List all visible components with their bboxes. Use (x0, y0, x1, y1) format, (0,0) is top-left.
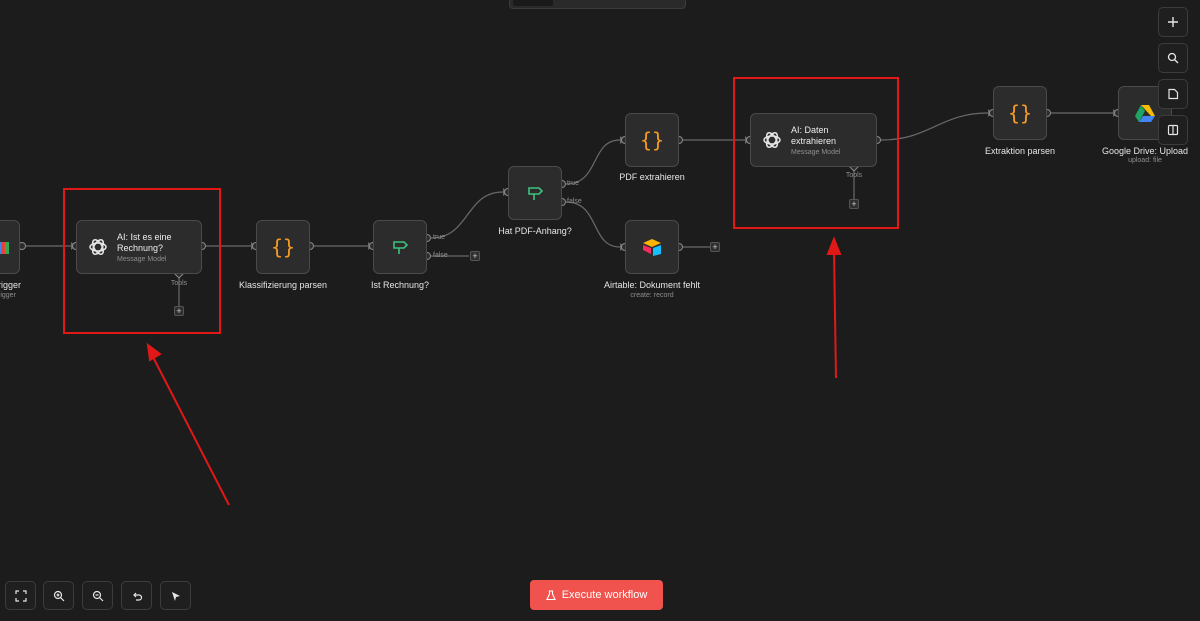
google-drive-icon (1135, 105, 1155, 122)
node-ai-extract-subtitle: Message Model (791, 148, 841, 156)
node-extract-pdf-label: PDF extrahieren (619, 172, 685, 182)
search-icon (1167, 52, 1179, 64)
zoom-in-icon (53, 590, 64, 601)
zoom-out-button[interactable] (82, 581, 113, 610)
toggle-panel-button[interactable] (1158, 115, 1188, 145)
code-braces-icon: {} (270, 235, 296, 259)
code-braces-icon: {} (639, 128, 665, 152)
signpost-icon (393, 241, 409, 254)
add-tool-button-1[interactable]: + (174, 306, 184, 316)
branch-label-true-2: true (567, 180, 580, 187)
gmail-icon (0, 242, 9, 254)
annotation-arrow-right (833, 250, 837, 379)
execute-workflow-label: Execute workflow (561, 589, 648, 601)
branch-label-true-1: true (433, 234, 446, 241)
connection-if-true-haspdf (430, 191, 504, 239)
node-trigger-sublabel: rigger (0, 292, 16, 299)
node-ai-classify-subtitle: Message Model (117, 255, 167, 263)
airtable-icon (643, 239, 661, 256)
fit-view-button[interactable] (5, 581, 36, 610)
openai-icon (89, 239, 107, 255)
clean-up-icon (171, 591, 180, 601)
annotation-arrow-left (152, 356, 230, 506)
node-airtable-label: Airtable: Dokument fehlt (603, 280, 701, 290)
branch-label-false-1: false (433, 252, 448, 259)
zoom-out-icon (92, 590, 103, 601)
search-nodes-button[interactable] (1158, 43, 1188, 73)
fit-view-icon (14, 589, 27, 602)
connection-haspdf-false-airtable (565, 201, 621, 248)
tidy-up-button[interactable] (160, 581, 191, 610)
node-gdrive-label: Google Drive: Upload (1101, 146, 1189, 156)
add-sticky-note-button[interactable] (1158, 79, 1188, 109)
execute-workflow-button[interactable]: Execute workflow (530, 580, 663, 610)
node-airtable[interactable] (625, 220, 679, 274)
node-ai-classify[interactable]: AI: Ist es eine Rechnung? Message Model (76, 220, 202, 274)
node-ai-extract[interactable]: AI: Daten extrahieren Message Model (750, 113, 877, 167)
node-ai-classify-title: AI: Ist es eine Rechnung? (117, 231, 172, 253)
add-tool-button-2[interactable]: + (849, 199, 859, 209)
node-extract-pdf[interactable]: {} (625, 113, 679, 167)
node-parse-classification[interactable]: {} (256, 220, 310, 274)
node-has-pdf[interactable] (508, 166, 562, 220)
signpost-icon (528, 187, 544, 200)
plus-icon (1168, 17, 1178, 27)
add-node-button[interactable] (1158, 7, 1188, 37)
panel-icon (1167, 124, 1179, 136)
node-airtable-sublabel: create: record (630, 292, 674, 299)
top-toolbar[interactable] (509, 0, 686, 9)
node-parse-extraction-label: Extraktion parsen (984, 146, 1056, 156)
node-has-pdf-label: Hat PDF-Anhang? (498, 226, 572, 236)
node-ai-extract-tools-label: Tools (845, 172, 863, 179)
openai-icon (763, 132, 781, 148)
flask-icon (545, 589, 556, 600)
connection-haspdf-true-extract (565, 139, 621, 185)
top-toolbar-segment[interactable] (513, 0, 553, 6)
branch-label-false-2: false (567, 198, 582, 205)
undo-button[interactable] (121, 581, 152, 610)
add-node-button-airtable[interactable]: + (710, 242, 720, 252)
node-trigger-label: rigger (0, 280, 22, 290)
node-ai-classify-tools-label: Tools (170, 280, 188, 287)
node-parse-extraction[interactable]: {} (993, 86, 1047, 140)
code-braces-icon: {} (1007, 101, 1033, 125)
node-is-invoice-label: Ist Rechnung? (370, 280, 430, 290)
sticky-note-icon (1168, 88, 1179, 100)
add-node-button-false-1[interactable]: + (470, 251, 480, 261)
node-is-invoice[interactable] (373, 220, 427, 274)
annotation-arrows (146, 236, 842, 506)
zoom-in-button[interactable] (43, 581, 74, 610)
node-ai-extract-title: AI: Daten extrahieren (791, 124, 837, 146)
node-gdrive-sublabel: upload: file (1128, 157, 1162, 164)
node-trigger[interactable] (0, 220, 20, 274)
node-parse-classification-label: Klassifizierung parsen (238, 280, 328, 290)
undo-icon (132, 592, 142, 601)
